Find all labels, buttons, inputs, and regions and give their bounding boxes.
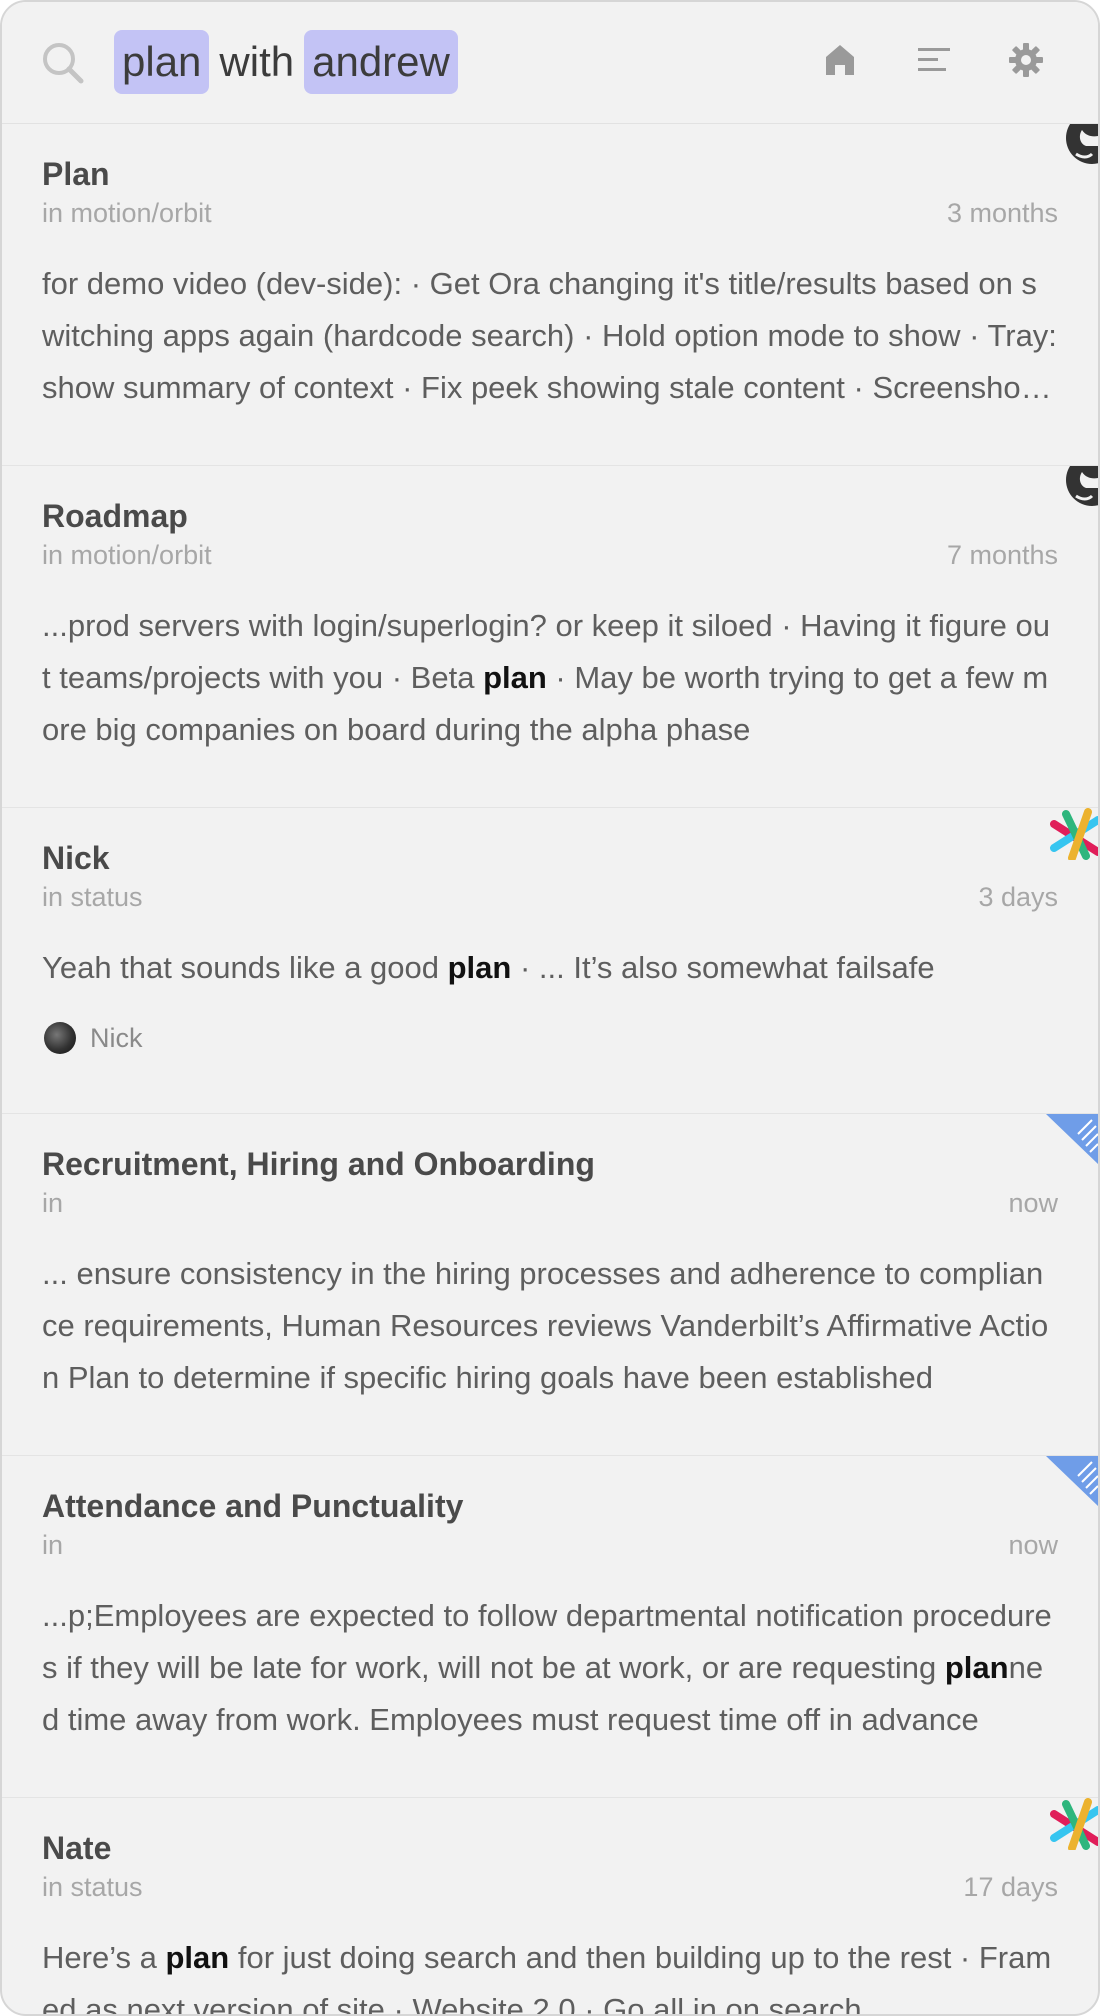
result-location: in status <box>42 882 143 912</box>
search-query[interactable]: plan with andrew <box>114 30 458 94</box>
result-meta: in now <box>42 1530 1058 1566</box>
result-card[interactable]: Nick in status 3 days Yeah that sounds like… <box>2 808 1098 1114</box>
snippet-text: · ... It’s also somewhat failsafe <box>511 950 935 985</box>
snippet-text: ...p;Employees are expected to follow de… <box>42 1598 1052 1685</box>
google-drive-icon <box>1046 1114 1098 1164</box>
snippet-match: plan <box>483 660 547 695</box>
search-header: plan with andrew <box>2 2 1098 124</box>
result-title: Roadmap <box>42 498 188 534</box>
app-window: plan with andrew Plan in motion/orbit 3 … <box>0 0 1100 2016</box>
result-snippet: ...p;Employees are expected to follow de… <box>42 1590 1058 1746</box>
result-meta: in motion/orbit 7 months <box>42 540 1058 576</box>
google-drive-icon <box>1046 1456 1098 1506</box>
result-time: now <box>1008 1530 1058 1560</box>
result-title: Nick <box>42 840 110 876</box>
result-time: now <box>1008 1188 1058 1218</box>
result-meta: in now <box>42 1188 1058 1224</box>
author-name: Nick <box>90 1022 143 1053</box>
result-location: in <box>42 1530 64 1560</box>
result-author: Nick <box>42 1022 1058 1054</box>
github-icon <box>1066 124 1098 164</box>
result-time: 3 days <box>978 882 1058 912</box>
result-location: in <box>42 1188 64 1218</box>
snippet-text: Yeah that sounds like a good <box>42 950 448 985</box>
result-meta: in status 17 days <box>42 1872 1058 1908</box>
search-token-highlighted[interactable]: plan <box>114 30 210 94</box>
search-token-highlighted[interactable]: andrew <box>304 30 458 94</box>
result-meta: in motion/orbit 3 months <box>42 198 1058 234</box>
result-card[interactable]: Plan in motion/orbit 3 months for demo vide… <box>2 124 1098 466</box>
result-card[interactable]: Attendance and Punctuality in now ...p;Empl… <box>2 1456 1098 1798</box>
result-card[interactable]: Recruitment, Hiring and Onboarding in now.… <box>2 1114 1098 1456</box>
result-location: in status <box>42 1872 143 1902</box>
result-time: 7 months <box>946 540 1058 570</box>
result-card[interactable]: Roadmap in motion/orbit 7 months ...prod se… <box>2 466 1098 808</box>
result-location: in motion/orbit <box>42 198 212 228</box>
gear-icon[interactable] <box>1006 40 1046 80</box>
result-snippet: ... ensure consistency in the hiring pro… <box>42 1248 1058 1404</box>
result-time: 3 months <box>946 198 1058 228</box>
result-title: Plan <box>42 156 110 192</box>
results-list: Plan in motion/orbit 3 months for demo vide… <box>2 124 1098 2014</box>
home-icon[interactable] <box>820 40 860 80</box>
snippet-text: for demo video (dev-side): · Get Ora cha… <box>42 266 1057 405</box>
result-location: in motion/orbit <box>42 540 212 570</box>
result-title: Recruitment, Hiring and Onboarding <box>42 1146 595 1182</box>
github-icon <box>1066 466 1098 506</box>
result-snippet: Here’s a plan for just doing search and … <box>42 1932 1058 2014</box>
result-title: Attendance and Punctuality <box>42 1488 464 1524</box>
result-snippet: ...prod servers with login/superlogin? o… <box>42 600 1058 756</box>
snippet-match: plan <box>447 950 512 985</box>
result-snippet: for demo video (dev-side): · Get Ora cha… <box>42 258 1058 414</box>
list-icon[interactable] <box>914 40 954 80</box>
search-icon[interactable] <box>40 40 86 86</box>
result-snippet: Yeah that sounds like a good plan · ... … <box>42 942 1058 994</box>
snippet-text: Here’s a <box>42 1940 166 1975</box>
slack-icon <box>1050 1798 1098 1850</box>
result-meta: in status 3 days <box>42 882 1058 918</box>
snippet-text: ... ensure consistency in the hiring pro… <box>42 1256 1049 1395</box>
snippet-match: plan <box>944 1650 1009 1685</box>
result-time: 17 days <box>963 1872 1058 1902</box>
slack-icon <box>1050 808 1098 860</box>
snippet-match: plan <box>165 1940 230 1975</box>
avatar <box>44 1022 76 1054</box>
result-title: Nate <box>42 1830 112 1866</box>
search-token[interactable]: with <box>209 30 304 94</box>
result-card[interactable]: Nate in status 17 days Here’s a plan for ju… <box>2 1798 1098 2014</box>
